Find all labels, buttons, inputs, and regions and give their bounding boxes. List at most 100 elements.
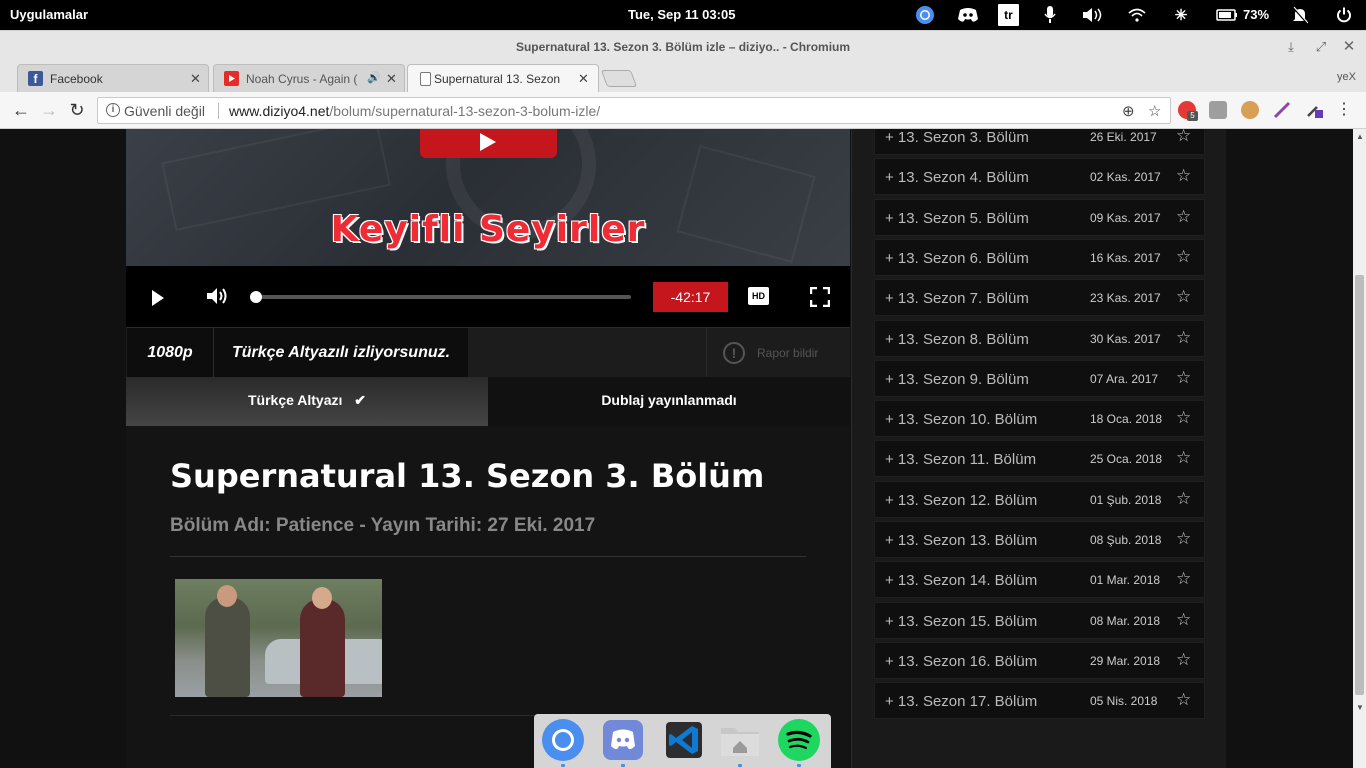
episode-list-item[interactable]: + 13. Sezon 3. Bölüm 26 Eki. 2017 ☆: [874, 129, 1205, 155]
keyboard-layout-icon[interactable]: tr: [998, 4, 1019, 26]
vscode-icon[interactable]: [662, 718, 706, 762]
favorite-star-icon[interactable]: ☆: [1176, 569, 1191, 589]
episode-link[interactable]: + 13. Sezon 7. Bölüm: [885, 290, 1029, 307]
new-tab-button[interactable]: [600, 70, 638, 87]
chromium-icon[interactable]: [913, 4, 937, 26]
extension-icon[interactable]: [1209, 101, 1227, 119]
tab-dubbed[interactable]: Dublaj yayınlanmadı: [488, 377, 850, 426]
episode-link[interactable]: + 13. Sezon 12. Bölüm: [885, 492, 1037, 509]
applications-menu[interactable]: Uygulamalar: [10, 7, 88, 22]
tab-supernatural[interactable]: Supernatural 13. Sezon ✕: [407, 64, 599, 93]
info-icon[interactable]: i: [106, 103, 120, 117]
discord-icon[interactable]: [601, 718, 645, 762]
favorite-star-icon[interactable]: ☆: [1176, 368, 1191, 388]
menu-icon[interactable]: ⋮: [1334, 100, 1354, 120]
favorite-star-icon[interactable]: ☆: [1176, 207, 1191, 227]
episode-list-item[interactable]: + 13. Sezon 10. Bölüm 18 Oca. 2018 ☆: [874, 400, 1205, 438]
wifi-icon[interactable]: [1126, 4, 1148, 26]
power-icon[interactable]: [1334, 4, 1354, 26]
address-bar[interactable]: i Güvenli değil www.diziyo4.net/bolum/su…: [97, 97, 1171, 124]
adblock-extension-icon[interactable]: 5: [1178, 101, 1198, 121]
episode-list-item[interactable]: + 13. Sezon 13. Bölüm 08 Şub. 2018 ☆: [874, 521, 1205, 558]
episode-list-item[interactable]: + 13. Sezon 17. Bölüm 05 Nis. 2018 ☆: [874, 682, 1205, 720]
tab-subtitled[interactable]: Türkçe Altyazı ✔: [126, 377, 488, 426]
scroll-up-icon[interactable]: ▲: [1356, 132, 1364, 141]
favorite-star-icon[interactable]: ☆: [1176, 247, 1191, 267]
forward-icon[interactable]: →: [39, 100, 59, 120]
window-titlebar[interactable]: Supernatural 13. Sezon 3. Bölüm izle – d…: [0, 30, 1366, 62]
episode-link[interactable]: + 13. Sezon 17. Bölüm: [885, 693, 1037, 710]
episode-list-item[interactable]: + 13. Sezon 12. Bölüm 01 Şub. 2018 ☆: [874, 480, 1205, 518]
episode-link[interactable]: + 13. Sezon 16. Bölüm: [885, 653, 1037, 670]
favorite-star-icon[interactable]: ☆: [1176, 690, 1191, 710]
episode-list-item[interactable]: + 13. Sezon 9. Bölüm 07 Ara. 2017 ☆: [874, 359, 1205, 397]
spotify-icon[interactable]: [777, 718, 821, 762]
tab-facebook[interactable]: f Facebook ✕: [17, 64, 209, 92]
volume-icon[interactable]: [1081, 4, 1105, 26]
episode-link[interactable]: + 13. Sezon 6. Bölüm: [885, 250, 1029, 267]
url-text[interactable]: www.diziyo4.net/bolum/supernatural-13-se…: [229, 103, 600, 119]
report-button[interactable]: ! Rapor bildir: [706, 328, 850, 378]
episode-link[interactable]: + 13. Sezon 13. Bölüm: [885, 532, 1037, 549]
eyedropper-extension-icon[interactable]: [1305, 101, 1323, 119]
restore-icon[interactable]: ⤢: [1313, 39, 1329, 55]
cookie-extension-icon[interactable]: [1241, 101, 1259, 119]
episode-list-item[interactable]: + 13. Sezon 6. Bölüm 16 Kas. 2017 ☆: [874, 238, 1205, 276]
favorite-star-icon[interactable]: ☆: [1176, 448, 1191, 468]
fullscreen-icon[interactable]: [809, 286, 831, 312]
microphone-icon[interactable]: [1042, 4, 1058, 26]
seek-handle[interactable]: [250, 291, 262, 303]
episode-link[interactable]: + 13. Sezon 14. Bölüm: [885, 572, 1037, 589]
episode-link[interactable]: + 13. Sezon 10. Bölüm: [885, 411, 1037, 428]
scrollbar-thumb[interactable]: [1355, 275, 1364, 695]
favorite-star-icon[interactable]: ☆: [1176, 166, 1191, 186]
chromium-icon[interactable]: [541, 718, 585, 762]
zoom-icon[interactable]: ⊕: [1122, 102, 1135, 120]
episode-list-item[interactable]: + 13. Sezon 8. Bölüm 30 Kas. 2017 ☆: [874, 319, 1205, 357]
video-play-button[interactable]: [420, 129, 557, 158]
favorite-star-icon[interactable]: ☆: [1176, 287, 1191, 307]
episode-list-item[interactable]: + 13. Sezon 5. Bölüm 09 Kas. 2017 ☆: [874, 198, 1205, 236]
episode-list-item[interactable]: + 13. Sezon 4. Bölüm 02 Kas. 2017 ☆: [874, 158, 1205, 196]
volume-icon[interactable]: [206, 286, 230, 311]
episode-list-item[interactable]: + 13. Sezon 14. Bölüm 01 Mar. 2018 ☆: [874, 561, 1205, 599]
discord-icon[interactable]: [955, 4, 981, 26]
scroll-down-icon[interactable]: ▼: [1356, 703, 1364, 712]
video-player[interactable]: Keyifli Seyirler: [126, 129, 850, 266]
episode-link[interactable]: + 13. Sezon 5. Bölüm: [885, 210, 1029, 227]
home-folder-icon[interactable]: [718, 718, 762, 762]
close-tab-icon[interactable]: ✕: [386, 71, 397, 87]
episode-link[interactable]: + 13. Sezon 8. Bölüm: [885, 331, 1029, 348]
favorite-star-icon[interactable]: ☆: [1176, 610, 1191, 630]
back-icon[interactable]: ←: [11, 100, 31, 120]
seek-bar[interactable]: [254, 295, 631, 299]
audio-playing-icon[interactable]: 🔊: [367, 71, 381, 84]
episode-link[interactable]: + 13. Sezon 3. Bölüm: [885, 129, 1029, 146]
favorite-star-icon[interactable]: ☆: [1176, 489, 1191, 509]
play-icon[interactable]: [152, 290, 164, 306]
episode-list-item[interactable]: + 13. Sezon 7. Bölüm 23 Kas. 2017 ☆: [874, 279, 1205, 317]
minimize-icon[interactable]: ⤓: [1283, 39, 1299, 55]
episode-list-item[interactable]: + 13. Sezon 15. Bölüm 08 Mar. 2018 ☆: [874, 601, 1205, 639]
page-scrollbar[interactable]: ▲ ▼: [1353, 129, 1366, 768]
episode-list-item[interactable]: + 13. Sezon 16. Bölüm 29 Mar. 2018 ☆: [874, 641, 1205, 679]
feather-extension-icon[interactable]: [1273, 101, 1291, 119]
close-tab-icon[interactable]: ✕: [190, 71, 201, 87]
episode-link[interactable]: + 13. Sezon 4. Bölüm: [885, 169, 1029, 186]
bluetooth-icon[interactable]: ✳: [1173, 4, 1189, 26]
episode-link[interactable]: + 13. Sezon 15. Bölüm: [885, 613, 1037, 630]
favorite-star-icon[interactable]: ☆: [1176, 408, 1191, 428]
clock[interactable]: Tue, Sep 11 03:05: [628, 7, 735, 22]
favorite-star-icon[interactable]: ☆: [1176, 328, 1191, 348]
tab-noah-cyrus[interactable]: Noah Cyrus - Again ( 🔊 ✕: [213, 64, 405, 92]
profile-name[interactable]: yeX: [1337, 71, 1356, 83]
episode-link[interactable]: + 13. Sezon 11. Bölüm: [885, 451, 1036, 468]
close-window-icon[interactable]: ✕: [1341, 39, 1357, 55]
notifications-off-icon[interactable]: [1290, 4, 1310, 26]
bookmark-star-icon[interactable]: ☆: [1148, 102, 1161, 120]
favorite-star-icon[interactable]: ☆: [1176, 650, 1191, 670]
security-label[interactable]: Güvenli değil: [124, 103, 205, 119]
reload-icon[interactable]: ↻: [67, 100, 87, 120]
close-tab-icon[interactable]: ✕: [578, 71, 589, 87]
favorite-star-icon[interactable]: ☆: [1176, 529, 1191, 549]
